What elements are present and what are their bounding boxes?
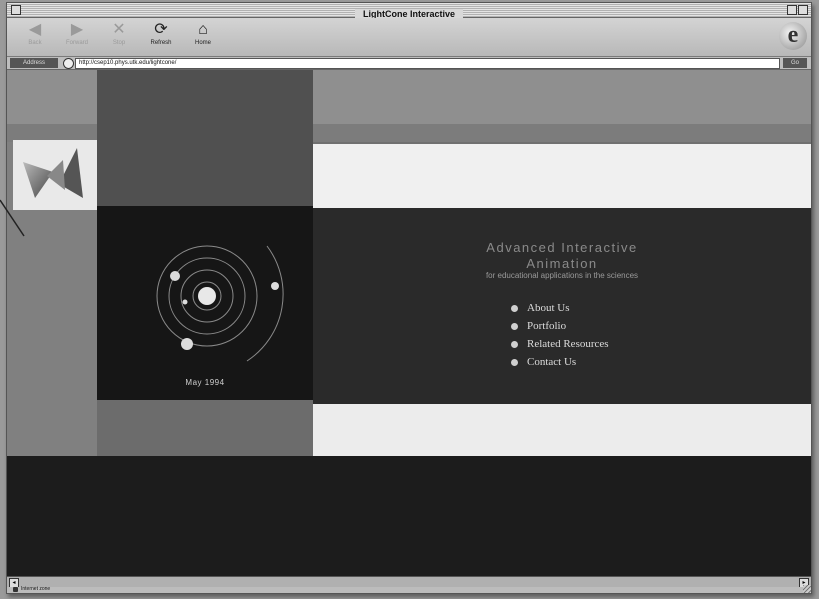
page-content: May 1994 Advanced Interactive Animation …	[7, 70, 811, 576]
bottom-area	[7, 456, 811, 576]
cable-line	[0, 199, 25, 237]
white-band-bottom	[313, 404, 811, 460]
stop-label: Stop	[112, 40, 126, 46]
back-arrow-icon: ◀	[28, 21, 42, 38]
gray-under-panel	[97, 400, 313, 456]
headline-line2: Animation	[526, 256, 598, 271]
nav-item-about-us[interactable]: About Us	[511, 302, 661, 320]
nav-item-contact-us[interactable]: Contact Us	[511, 356, 661, 374]
bullet-icon	[511, 323, 518, 330]
nav-link-related-resources[interactable]: Related Resources	[527, 338, 609, 350]
nav-link-portfolio[interactable]: Portfolio	[527, 320, 566, 332]
collapse-box-icon[interactable]	[798, 5, 808, 15]
browser-logo-icon: e	[779, 22, 807, 50]
refresh-icon: ⟳	[154, 21, 168, 38]
bullet-icon	[511, 305, 518, 312]
refresh-button[interactable]: ⟳ Refresh	[143, 21, 179, 53]
browser-window: LightCone Interactive ◀ Back ▶ Forward ✕…	[6, 2, 812, 594]
nav-link-about-us[interactable]: About Us	[527, 302, 569, 314]
toolbar: ◀ Back ▶ Forward ✕ Stop ⟳ Refresh ⌂ Home…	[7, 18, 811, 57]
title-bar[interactable]: LightCone Interactive	[7, 3, 811, 20]
address-label: Address	[10, 58, 58, 68]
go-button[interactable]: Go	[783, 58, 807, 68]
zoom-box-icon[interactable]	[787, 5, 797, 15]
forward-label: Forward	[65, 40, 88, 46]
orbit-graphic-panel[interactable]	[97, 206, 313, 400]
white-band-top	[313, 144, 811, 208]
resize-grip-icon[interactable]	[803, 585, 811, 593]
status-text: Internet zone	[21, 586, 51, 592]
home-button[interactable]: ⌂ Home	[185, 21, 221, 53]
nav-item-portfolio[interactable]: Portfolio	[511, 320, 661, 338]
stop-icon: ✕	[112, 21, 126, 38]
dark-panel-upper	[97, 70, 313, 206]
stop-button[interactable]: ✕ Stop	[101, 21, 137, 53]
page-icon	[63, 58, 74, 69]
horizontal-scrollbar[interactable]: ◂ ▸	[7, 576, 811, 588]
zone-icon	[13, 587, 18, 592]
bullet-icon	[511, 359, 518, 366]
nav-item-related-resources[interactable]: Related Resources	[511, 338, 661, 356]
nav-link-contact-us[interactable]: Contact Us	[527, 356, 576, 368]
subheadline: for educational applications in the scie…	[485, 271, 639, 280]
orbit-icon	[156, 245, 284, 362]
address-bar: Address http://csep10.phys.utk.edu/light…	[7, 57, 811, 70]
headline-line1: Advanced Interactive	[486, 240, 638, 255]
url-field[interactable]: http://csep10.phys.utk.edu/lightcone/	[75, 58, 780, 69]
status-bar: Internet zone	[7, 585, 811, 593]
back-label: Back	[28, 40, 42, 46]
home-icon: ⌂	[198, 21, 208, 38]
date-label: May 1994	[185, 378, 225, 387]
forward-button[interactable]: ▶ Forward	[59, 21, 95, 53]
nav-list: About Us Portfolio Related Resources Con…	[511, 302, 661, 374]
bullet-icon	[511, 341, 518, 348]
forward-arrow-icon: ▶	[70, 21, 84, 38]
refresh-label: Refresh	[150, 40, 172, 46]
home-label: Home	[194, 40, 211, 46]
back-button[interactable]: ◀ Back	[17, 21, 53, 53]
